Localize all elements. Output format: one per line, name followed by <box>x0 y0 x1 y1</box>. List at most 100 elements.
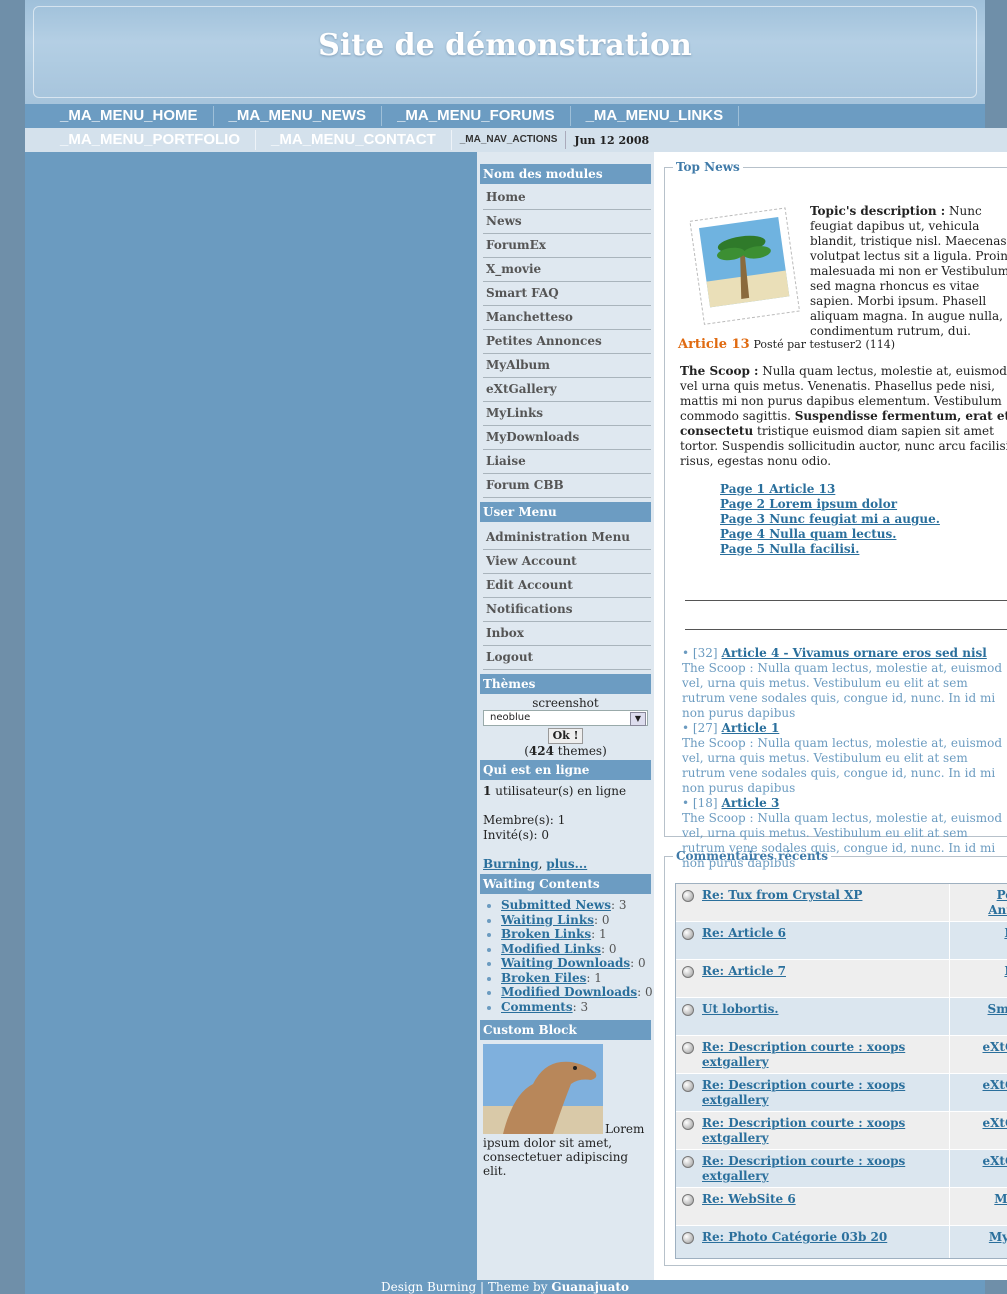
comment-module-link[interactable]: Peti Anno <box>968 888 1007 918</box>
comment-title-link[interactable]: Ut lobortis. <box>702 1002 932 1017</box>
news-excerpt: The Scoop : Nulla quam lectus, molestie … <box>682 736 1003 795</box>
module-item-forumex[interactable]: ForumEx <box>483 234 651 258</box>
usermenu-logout[interactable]: Logout <box>483 646 651 670</box>
comment-column-divider <box>949 1036 950 1073</box>
comment-row: Re: Tux from Crystal XP Peti Anno <box>676 884 1007 922</box>
comment-title-link[interactable]: Re: Description courte : xoops extgaller… <box>702 1078 932 1108</box>
comment-module-link[interactable]: eXtGa <box>968 1116 1007 1131</box>
comment-title-link[interactable]: Re: Photo Catégorie 03b 20 <box>702 1230 932 1245</box>
comment-module-link[interactable]: Ne <box>968 926 1007 941</box>
article-page-link[interactable]: Page 5 Nulla facilisi. <box>720 542 859 556</box>
module-item-smartfaq[interactable]: Smart FAQ <box>483 282 651 306</box>
news-title-link[interactable]: Article 4 - Vivamus ornare eros sed nisl <box>722 646 987 660</box>
topic-description-text: Nunc feugiat dapibus ut, vehicula blandi… <box>810 204 1007 338</box>
waiting-item-link[interactable]: Waiting Downloads <box>501 956 630 970</box>
article-page-link[interactable]: Page 1 Article 13 <box>720 482 835 496</box>
article-title[interactable]: Article 13 <box>678 337 750 352</box>
waiting-item-link[interactable]: Broken Links <box>501 927 591 941</box>
theme-ok-button[interactable]: Ok ! <box>547 728 584 744</box>
online-members-line: Membre(s): 1 <box>483 813 648 828</box>
news-title-link[interactable]: Article 3 <box>722 796 780 810</box>
comment-title-link[interactable]: Re: Article 6 <box>702 926 932 941</box>
comment-module-link[interactable]: eXtGa <box>968 1154 1007 1169</box>
online-block: 1 utilisateur(s) en ligne Membre(s): 1 I… <box>483 784 648 872</box>
footer-text: Design Burning | Theme by <box>381 1280 548 1294</box>
waiting-item-link[interactable]: Comments <box>501 1000 573 1014</box>
top-news-box: Top News Topic's description : Nunc feug… <box>664 160 1007 870</box>
module-item-extgallery[interactable]: eXtGallery <box>483 378 651 402</box>
comment-status-icon <box>682 890 694 902</box>
themes-block: screenshot neoblue ▼ Ok ! (424 themes) <box>477 696 654 758</box>
comment-module-link[interactable]: Ne <box>968 964 1007 979</box>
comment-module-link[interactable]: eXtGa <box>968 1078 1007 1093</box>
waiting-item-link[interactable]: Modified Links <box>501 942 601 956</box>
nav-contact[interactable]: _MA_MENU_CONTACT <box>256 130 452 150</box>
waiting-item-link[interactable]: Waiting Links <box>501 913 594 927</box>
comments-table: Re: Tux from Crystal XP Peti Anno Re: Arti… <box>675 883 1007 1259</box>
comment-title-link[interactable]: Re: Description courte : xoops extgaller… <box>702 1154 932 1184</box>
sidebar: Nom des modules Home News ForumEx X_movi… <box>477 152 654 1280</box>
comment-status-icon <box>682 1042 694 1054</box>
waiting-item-count: 1 <box>594 970 602 985</box>
site-header: Site de démonstration <box>25 0 985 104</box>
nav-links[interactable]: _MA_MENU_LINKS <box>571 106 740 126</box>
usermenu-notifications[interactable]: Notifications <box>483 598 651 622</box>
comment-title-link[interactable]: Re: Tux from Crystal XP <box>702 888 932 903</box>
waiting-item-link[interactable]: Submitted News <box>501 898 611 912</box>
usermenu-view-account[interactable]: View Account <box>483 550 651 574</box>
article-page-link[interactable]: Page 2 Lorem ipsum dolor <box>720 497 897 511</box>
comment-column-divider <box>949 1226 950 1258</box>
module-item-mylinks[interactable]: MyLinks <box>483 402 651 426</box>
nav-forums[interactable]: _MA_MENU_FORUMS <box>382 106 571 126</box>
comment-title-link[interactable]: Re: Description courte : xoops extgaller… <box>702 1116 932 1146</box>
module-item-xmovie[interactable]: X_movie <box>483 258 651 282</box>
comment-module-link[interactable]: MyAl <box>968 1230 1007 1245</box>
comment-title-link[interactable]: Re: Description courte : xoops extgaller… <box>702 1040 932 1070</box>
comment-column-divider <box>949 1150 950 1187</box>
waiting-block-title: Waiting Contents <box>480 874 651 894</box>
nav-news[interactable]: _MA_MENU_NEWS <box>214 106 383 126</box>
comment-module-link[interactable]: MyL <box>968 1192 1007 1207</box>
module-item-home[interactable]: Home <box>483 186 651 210</box>
module-item-news[interactable]: News <box>483 210 651 234</box>
comment-status-icon <box>682 1156 694 1168</box>
module-item-manchetteso[interactable]: Manchetteso <box>483 306 651 330</box>
waiting-item-link[interactable]: Modified Downloads <box>501 985 637 999</box>
comment-title-link[interactable]: Re: WebSite 6 <box>702 1192 932 1207</box>
waiting-item-count: 3 <box>580 999 589 1014</box>
comment-column-divider <box>949 998 950 1035</box>
module-item-mydownloads[interactable]: MyDownloads <box>483 426 651 450</box>
comment-column-divider <box>949 1112 950 1149</box>
news-list-item: • [27] Article 1 <box>682 721 780 735</box>
article-scoop: The Scoop : Nulla quam lectus, molestie … <box>680 364 1007 469</box>
online-more-link[interactable]: plus... <box>546 857 587 871</box>
nav-portfolio[interactable]: _MA_MENU_PORTFOLIO <box>25 130 257 150</box>
module-item-liaise[interactable]: Liaise <box>483 450 651 474</box>
footer-author[interactable]: Guanajuato <box>551 1280 629 1294</box>
usermenu-edit-account[interactable]: Edit Account <box>483 574 651 598</box>
online-user-link[interactable]: Burning <box>483 857 539 871</box>
module-item-petites-annonces[interactable]: Petites Annonces <box>483 330 651 354</box>
article-page-link[interactable]: Page 3 Nunc feugiat mi a augue. <box>720 512 940 526</box>
comment-module-link[interactable]: Smar <box>968 1002 1007 1017</box>
online-links: Burning, plus... <box>483 857 588 871</box>
news-title-link[interactable]: Article 1 <box>722 721 780 735</box>
themes-count-suffix: themes) <box>557 744 607 758</box>
comment-column-divider <box>949 1074 950 1111</box>
nav-actions[interactable]: _MA_NAV_ACTIONS <box>452 131 567 149</box>
usermenu-admin[interactable]: Administration Menu <box>483 526 651 550</box>
comment-column-divider <box>949 1188 950 1225</box>
theme-select[interactable]: neoblue ▼ <box>483 710 648 726</box>
nav-home[interactable]: _MA_MENU_HOME <box>25 106 214 126</box>
scoop-label: The Scoop : <box>680 364 759 378</box>
site-title: Site de démonstration <box>318 28 692 63</box>
waiting-item-link[interactable]: Broken Files <box>501 971 586 985</box>
module-item-forumcbb[interactable]: Forum CBB <box>483 474 651 498</box>
usermenu-inbox[interactable]: Inbox <box>483 622 651 646</box>
news-read-count: [32] <box>692 646 718 660</box>
news-list: • [32] Article 4 - Vivamus ornare eros se… <box>682 646 1007 871</box>
comment-module-link[interactable]: eXtGa <box>968 1040 1007 1055</box>
comment-title-link[interactable]: Re: Article 7 <box>702 964 932 979</box>
module-item-myalbum[interactable]: MyAlbum <box>483 354 651 378</box>
article-page-link[interactable]: Page 4 Nulla quam lectus. <box>720 527 896 541</box>
